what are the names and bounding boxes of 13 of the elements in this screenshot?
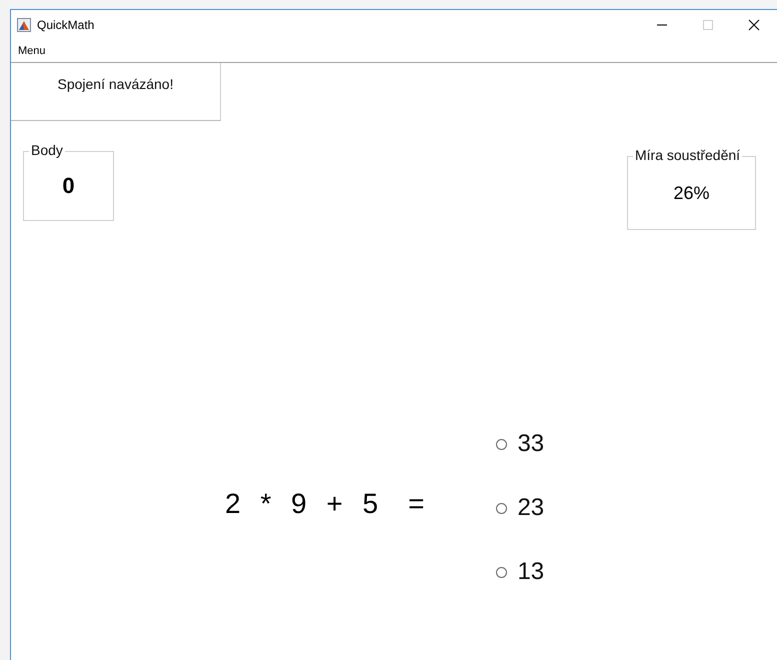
focus-value: 26% [673, 182, 710, 204]
focus-label: Míra soustředění [633, 147, 742, 163]
answer-option[interactable]: 33 [496, 430, 544, 458]
answer-option[interactable]: 23 [496, 494, 544, 522]
score-label: Body [29, 142, 65, 158]
score-value: 0 [62, 173, 75, 199]
equals-sign: = [408, 488, 424, 521]
app-icon [17, 18, 31, 32]
menu-item[interactable]: Menu [18, 45, 46, 57]
status-text: Spojení navázáno! [58, 76, 174, 94]
answer-option[interactable]: 13 [496, 558, 544, 586]
window-title: QuickMath [37, 18, 96, 32]
math-expression: 2 * 9 + 5 [225, 488, 378, 521]
